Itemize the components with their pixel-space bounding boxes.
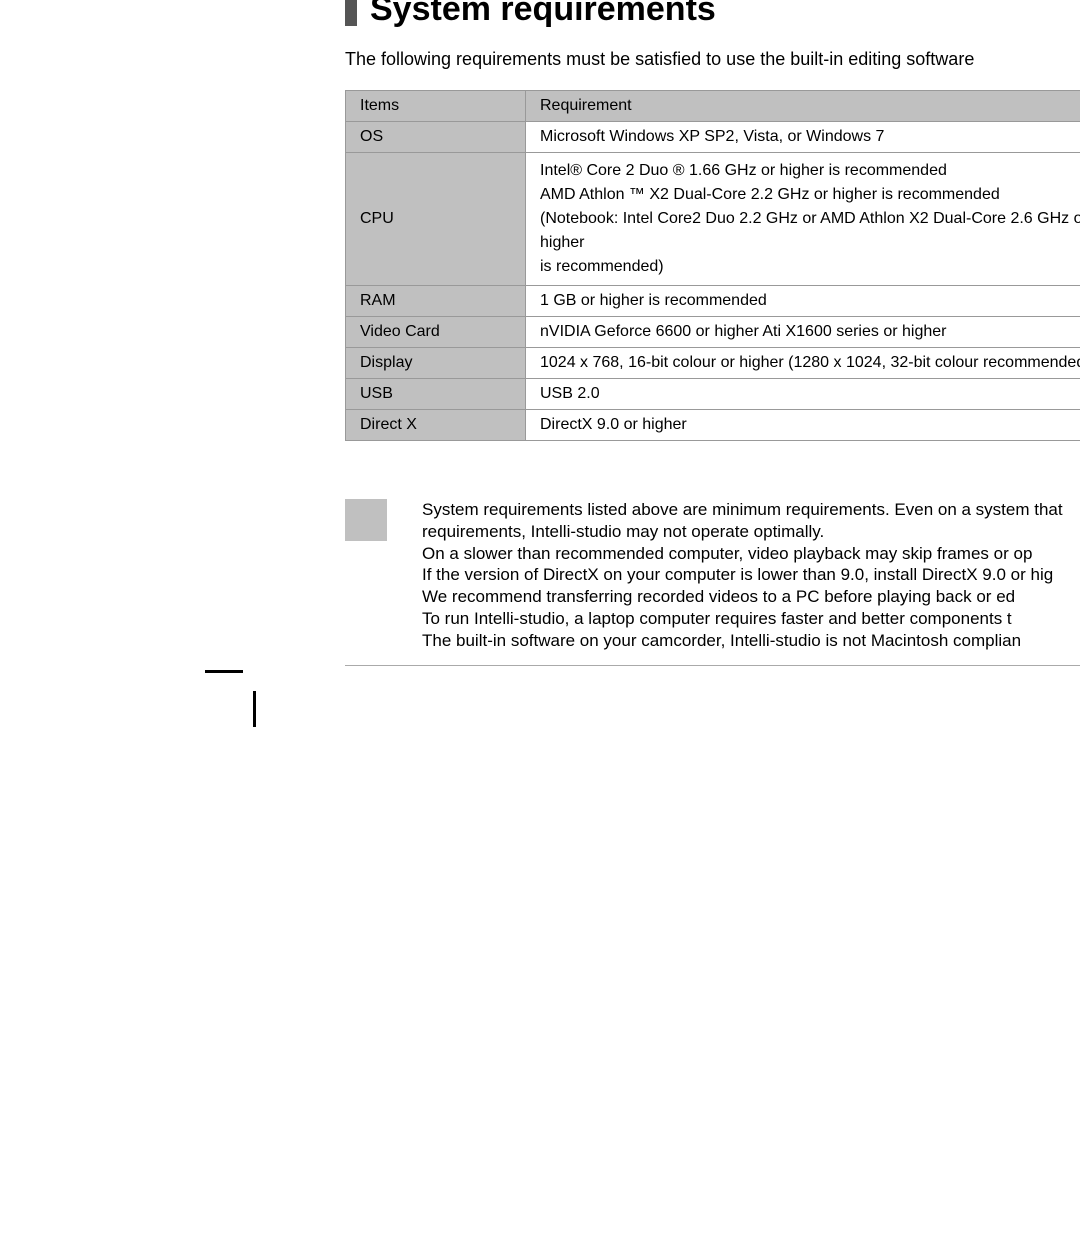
note-line: The built-in software on your camcorder,… (422, 630, 1063, 652)
cell-item: Video Card (346, 317, 526, 348)
cell-item: USB (346, 379, 526, 410)
cell-item: CPU (346, 153, 526, 286)
cell-req: Microsoft Windows XP SP2, Vista, or Wind… (526, 122, 1080, 153)
table-row: OS Microsoft Windows XP SP2, Vista, or W… (346, 122, 1080, 153)
requirements-table: Items Requirement OS Microsoft Windows X… (345, 90, 1080, 441)
crop-mark-horizontal (205, 670, 243, 673)
table-row: USB USB 2.0 (346, 379, 1080, 410)
table-row: Direct X DirectX 9.0 or higher (346, 410, 1080, 441)
req-line: Intel® Core 2 Duo ® 1.66 GHz or higher i… (540, 162, 947, 179)
cell-item: RAM (346, 286, 526, 317)
cell-item: Direct X (346, 410, 526, 441)
th-items: Items (346, 91, 526, 122)
cell-req: nVIDIA Geforce 6600 or higher Ati X1600 … (526, 317, 1080, 348)
req-line: is recommended) (540, 258, 664, 275)
notes-section: System requirements listed above are min… (345, 499, 1080, 651)
req-line: AMD Athlon ™ X2 Dual-Core 2.2 GHz or hig… (540, 186, 1000, 203)
note-line: System requirements listed above are min… (422, 499, 1063, 521)
note-line: We recommend transferring recorded video… (422, 586, 1063, 608)
cell-req: USB 2.0 (526, 379, 1080, 410)
table-row: RAM 1 GB or higher is recommended (346, 286, 1080, 317)
cell-req: 1 GB or higher is recommended (526, 286, 1080, 317)
intro-text: The following requirements must be satis… (345, 49, 1080, 70)
notes-list: System requirements listed above are min… (422, 499, 1063, 651)
page-heading: System requirements (345, 0, 1080, 29)
cell-item: OS (346, 122, 526, 153)
th-requirement: Requirement (526, 91, 1080, 122)
crop-mark-vertical (253, 691, 256, 727)
note-line: To run Intelli-studio, a laptop computer… (422, 608, 1063, 630)
note-line: On a slower than recommended computer, v… (422, 543, 1063, 565)
req-line: (Notebook: Intel Core2 Duo 2.2 GHz or AM… (540, 210, 1080, 251)
table-row: Video Card nVIDIA Geforce 6600 or higher… (346, 317, 1080, 348)
cell-req: 1024 x 768, 16-bit colour or higher (128… (526, 348, 1080, 379)
table-row: Display 1024 x 768, 16-bit colour or hig… (346, 348, 1080, 379)
page-crop-marks (205, 670, 256, 727)
note-line: If the version of DirectX on your comput… (422, 564, 1063, 586)
note-line: requirements, Intelli-studio may not ope… (422, 521, 1063, 543)
notes-divider (345, 665, 1080, 666)
note-icon (345, 499, 387, 541)
table-row: CPU Intel® Core 2 Duo ® 1.66 GHz or high… (346, 153, 1080, 286)
cell-item: Display (346, 348, 526, 379)
cell-req: Intel® Core 2 Duo ® 1.66 GHz or higher i… (526, 153, 1080, 286)
cell-req: DirectX 9.0 or higher (526, 410, 1080, 441)
